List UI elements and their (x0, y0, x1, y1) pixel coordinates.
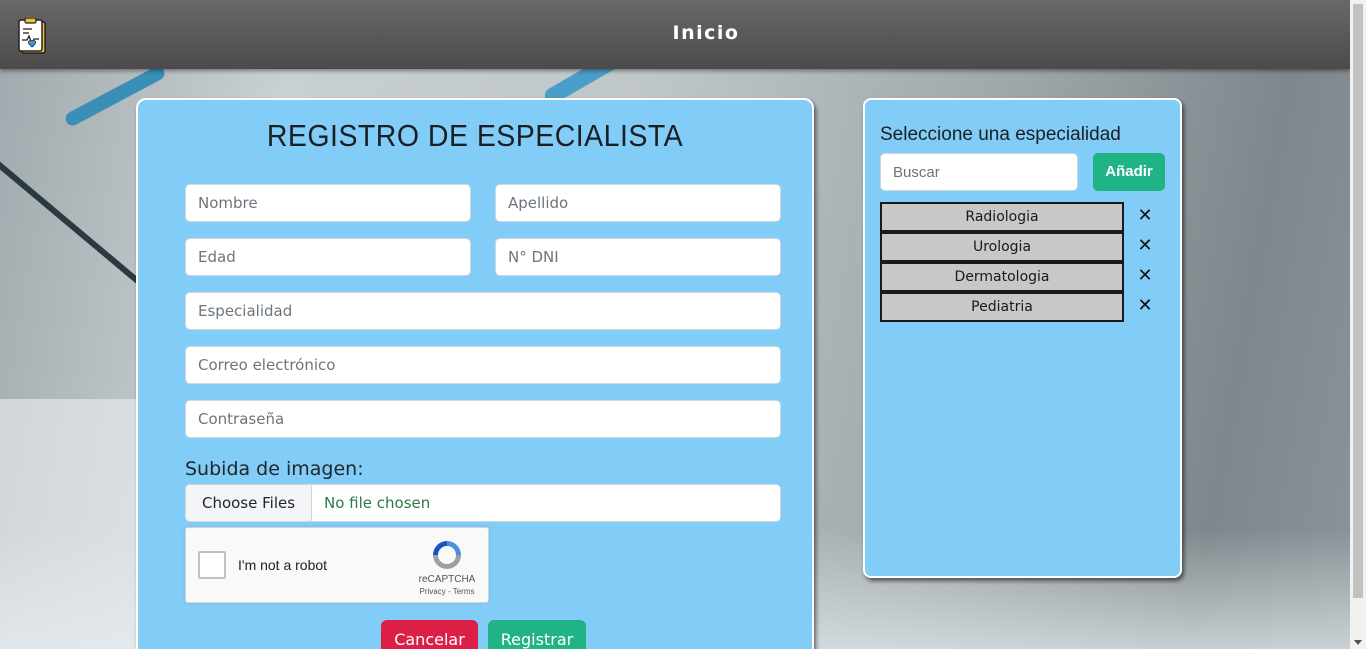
close-icon[interactable]: ✕ (1137, 204, 1153, 228)
recaptcha-checkbox[interactable] (198, 551, 226, 579)
email-input[interactable] (185, 346, 781, 384)
top-navbar: Inicio (0, 0, 1350, 69)
password-input[interactable] (185, 400, 781, 438)
nav-home-link[interactable]: Inicio (0, 22, 1350, 44)
scrollbar-thumb[interactable] (1353, 4, 1363, 598)
specialty-title: Seleccione una especialidad (880, 124, 1121, 145)
dni-input[interactable] (495, 238, 781, 276)
especialidad-input[interactable] (185, 292, 781, 330)
apellido-input[interactable] (495, 184, 781, 222)
file-status-text: No file chosen (324, 494, 431, 512)
specialty-chip[interactable]: Radiologia (880, 202, 1124, 232)
nombre-input[interactable] (185, 184, 471, 222)
specialty-chip[interactable]: Pediatria (880, 292, 1124, 322)
recaptcha-brand: reCAPTCHA (418, 574, 476, 585)
recaptcha-widget: I'm not a robot reCAPTCHA Privacy - Term… (185, 527, 489, 603)
scroll-down-arrow-icon[interactable] (1354, 640, 1362, 645)
recaptcha-privacy-terms[interactable]: Privacy - Terms (412, 587, 482, 596)
page-scrollbar[interactable] (1350, 0, 1366, 649)
choose-files-button[interactable]: Choose Files (186, 485, 312, 521)
specialty-chip[interactable]: Urologia (880, 232, 1124, 262)
registration-form-card: REGISTRO DE ESPECIALISTA Subida de image… (136, 98, 814, 649)
edad-input[interactable] (185, 238, 471, 276)
specialty-search-input[interactable] (880, 153, 1078, 191)
close-icon[interactable]: ✕ (1137, 294, 1153, 318)
file-upload-input[interactable]: Choose Files No file chosen (185, 484, 781, 522)
cancel-button[interactable]: Cancelar (381, 620, 478, 649)
specialty-selector-card: Seleccione una especialidad Añadir Radio… (863, 98, 1182, 578)
close-icon[interactable]: ✕ (1137, 264, 1153, 288)
add-specialty-button[interactable]: Añadir (1093, 153, 1165, 191)
form-title: REGISTRO DE ESPECIALISTA (266, 118, 684, 153)
recaptcha-logo-icon (433, 541, 461, 569)
register-button[interactable]: Registrar (488, 620, 586, 649)
upload-label: Subida de imagen: (185, 458, 364, 480)
specialty-chip[interactable]: Dermatologia (880, 262, 1124, 292)
recaptcha-label: I'm not a robot (238, 557, 328, 573)
close-icon[interactable]: ✕ (1137, 234, 1153, 258)
